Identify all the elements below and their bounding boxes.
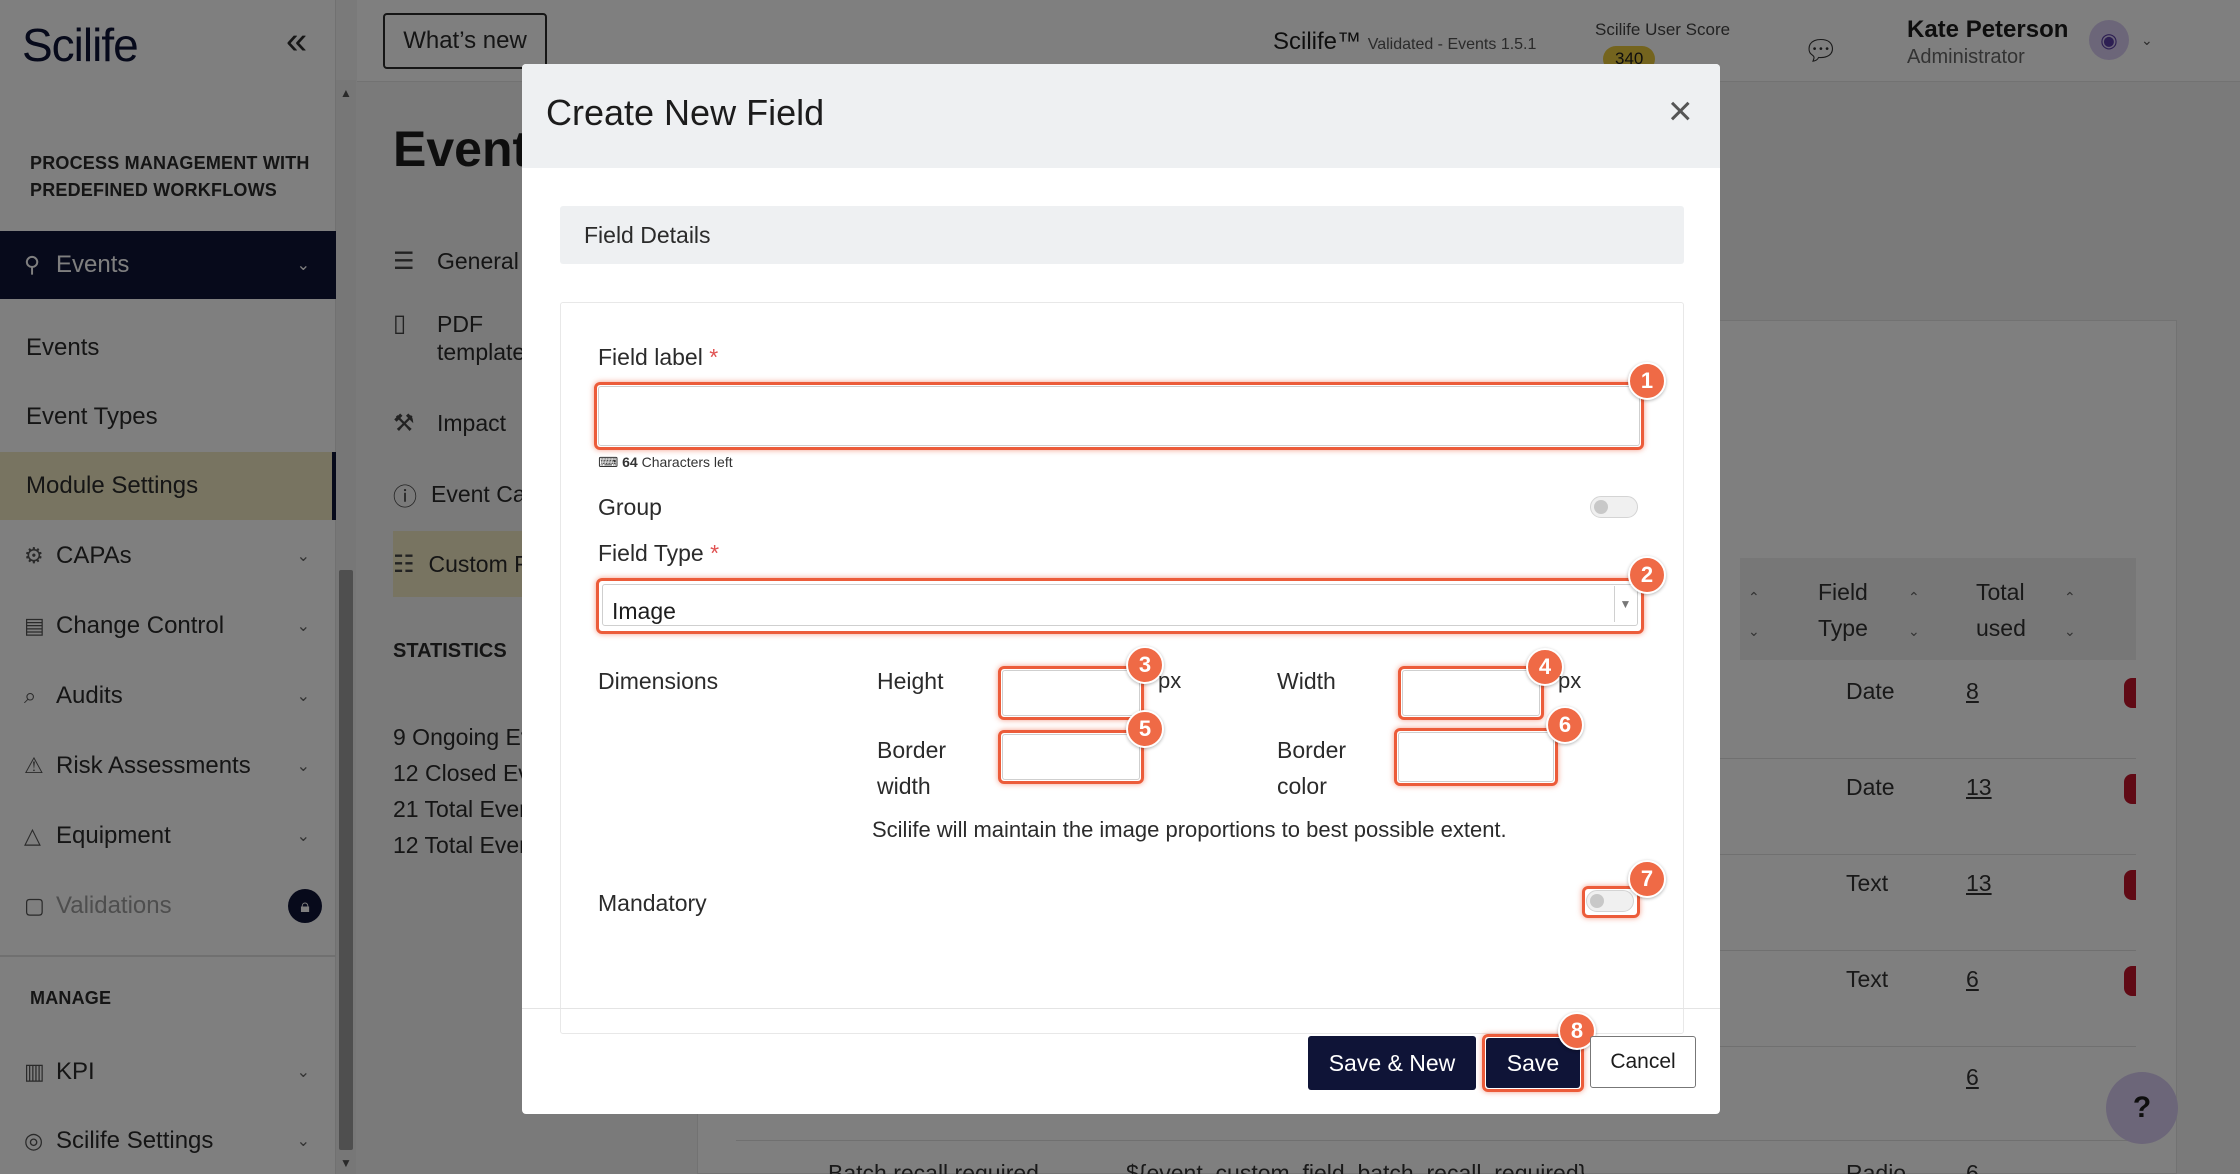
section-bar [560,206,1684,264]
required-marker: * [710,540,720,566]
create-field-dialog: Create New Field × Field Details Field l… [522,64,1720,1114]
annotation-badge-5: 5 [1126,710,1164,748]
annotation-badge-1: 1 [1628,362,1666,400]
annotation-box-4 [1398,666,1544,720]
dialog-title: Create New Field [546,92,825,133]
characters-left: ⌨ 64 Characters left [598,454,733,470]
cancel-button[interactable]: Cancel [1590,1036,1696,1088]
group-label: Group [598,494,662,520]
required-marker: * [709,344,719,370]
annotation-box-2 [596,578,1644,634]
mandatory-label: Mandatory [598,890,707,916]
keyboard-icon: ⌨ [598,454,619,470]
field-label-label: Field label * [598,344,719,370]
annotation-box-3 [998,666,1144,720]
height-unit: px [1158,668,1182,693]
width-label: Width [1277,668,1336,694]
border-color-label: Border color [1277,737,1347,799]
annotation-box-5 [998,730,1144,784]
save-and-new-button[interactable]: Save & New [1308,1036,1476,1090]
annotation-badge-2: 2 [1628,556,1666,594]
image-proportion-hint: Scilife will maintain the image proporti… [872,817,1507,842]
toggle-knob [1594,500,1608,514]
dimensions-label: Dimensions [598,668,719,694]
section-title: Field Details [584,222,711,248]
annotation-badge-7: 7 [1628,860,1666,898]
border-width-label: Border width [877,737,947,799]
annotation-box-1 [594,382,1644,450]
annotation-box-6 [1394,728,1558,786]
width-unit: px [1558,668,1582,693]
dialog-footer-divider [522,1008,1720,1009]
close-icon[interactable]: × [1668,90,1693,132]
height-label: Height [877,668,944,694]
annotation-badge-6: 6 [1546,706,1584,744]
field-type-label: Field Type * [598,540,720,566]
group-toggle[interactable] [1590,496,1638,518]
